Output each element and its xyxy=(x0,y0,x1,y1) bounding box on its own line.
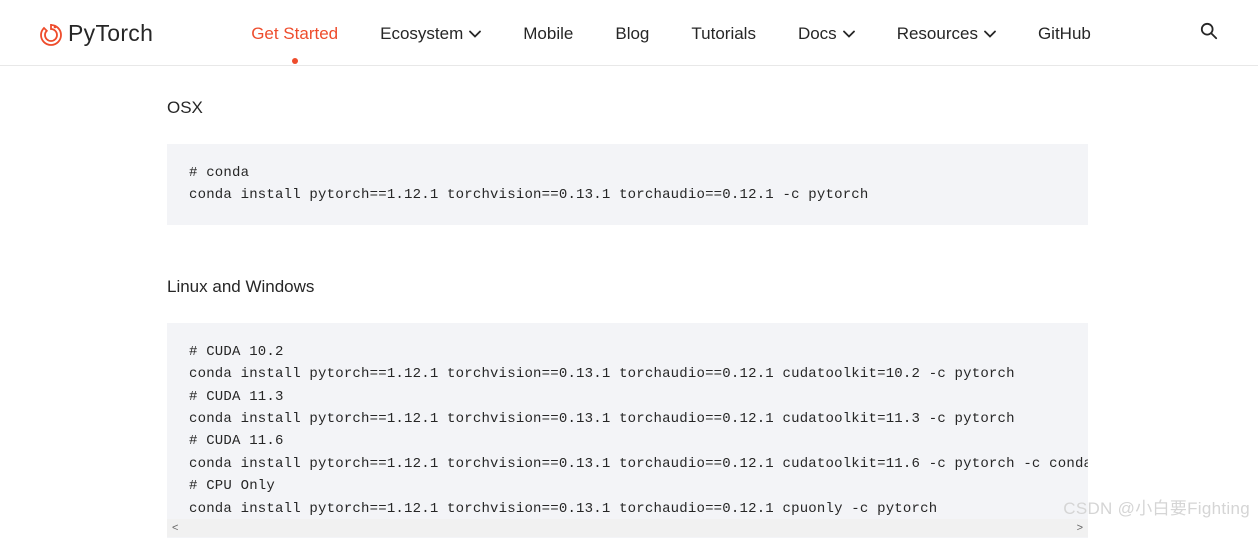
nav-mobile[interactable]: Mobile xyxy=(523,24,573,44)
scroll-left-icon[interactable]: < xyxy=(169,522,181,534)
nav-label: Resources xyxy=(897,24,978,44)
nav-get-started[interactable]: Get Started xyxy=(251,24,338,44)
nav-label: Ecosystem xyxy=(380,24,463,44)
code-block-linux-windows[interactable]: # CUDA 10.2 conda install pytorch==1.12.… xyxy=(167,323,1088,538)
logo[interactable]: PyTorch xyxy=(40,20,153,47)
logo-text: PyTorch xyxy=(68,20,153,47)
main-content: OSX # conda conda install pytorch==1.12.… xyxy=(0,66,1258,538)
search-button[interactable] xyxy=(1200,22,1218,45)
nav-label: Blog xyxy=(615,24,649,44)
nav-label: Docs xyxy=(798,24,837,44)
nav-github[interactable]: GitHub xyxy=(1038,24,1091,44)
main-nav: Get Started Ecosystem Mobile Blog Tutori… xyxy=(251,24,1180,44)
site-header: PyTorch Get Started Ecosystem Mobile Blo… xyxy=(0,0,1258,66)
section-title-osx: OSX xyxy=(167,98,1088,118)
nav-label: Mobile xyxy=(523,24,573,44)
pytorch-logo-icon xyxy=(40,22,62,46)
chevron-down-icon xyxy=(843,30,855,38)
nav-tutorials[interactable]: Tutorials xyxy=(691,24,756,44)
nav-label: GitHub xyxy=(1038,24,1091,44)
nav-label: Tutorials xyxy=(691,24,756,44)
nav-docs[interactable]: Docs xyxy=(798,24,855,44)
nav-resources[interactable]: Resources xyxy=(897,24,996,44)
scroll-right-icon[interactable]: > xyxy=(1074,522,1086,534)
nav-ecosystem[interactable]: Ecosystem xyxy=(380,24,481,44)
active-indicator xyxy=(292,58,298,64)
chevron-down-icon xyxy=(469,30,481,38)
nav-label: Get Started xyxy=(251,24,338,44)
watermark: CSDN @小白要Fighting xyxy=(1063,494,1250,519)
horizontal-scrollbar[interactable]: < > xyxy=(167,519,1088,537)
search-icon xyxy=(1200,22,1218,40)
section-title-linux-windows: Linux and Windows xyxy=(167,277,1088,297)
chevron-down-icon xyxy=(984,30,996,38)
code-block-osx[interactable]: # conda conda install pytorch==1.12.1 to… xyxy=(167,144,1088,225)
nav-blog[interactable]: Blog xyxy=(615,24,649,44)
